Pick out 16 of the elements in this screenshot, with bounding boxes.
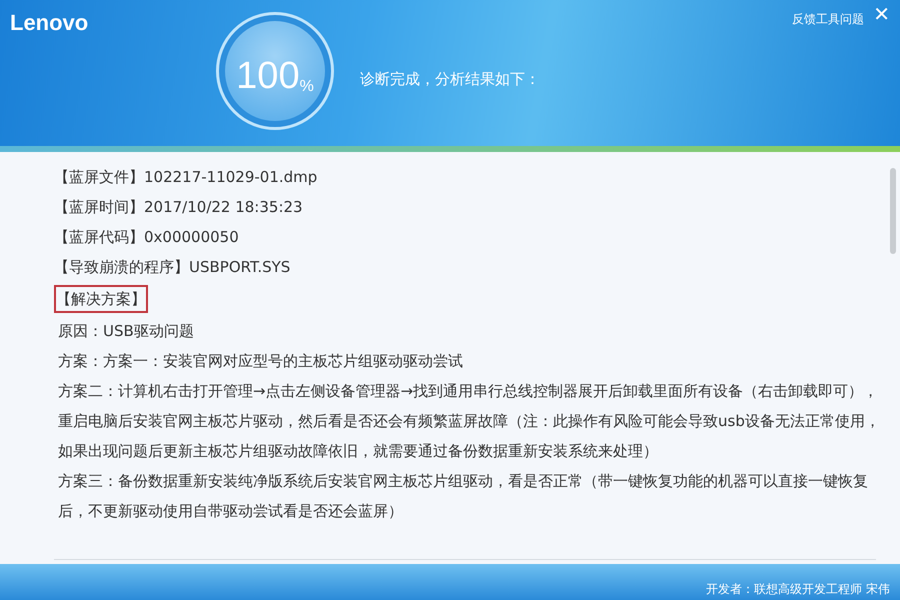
solution-paragraph: 方案：方案一：安装官网对应型号的主板芯片组驱动驱动尝试 (57, 351, 464, 372)
report-line: 【蓝屏时间】2017/10/22 18:35:23 (54, 197, 304, 218)
close-button[interactable]: ✕ (873, 4, 890, 24)
feedback-link[interactable]: 反馈工具问题 (792, 10, 864, 28)
solution-paragraph: 方案二：计算机右击打开管理→点击左侧设备管理器→找到通用串行总线控制器展开后卸载里面所有设备（右击卸载即可），重启电脑后安装官网主板芯片驱动，然后看是否还会有频繁蓝屏故障（注：此操作有风险可能会导致usb设备无法正常使用，如果出现问题后更新主板芯片组驱动故障依旧，就需要通过备份数据重新安装系统来处理） (57, 381, 880, 462)
report-line: 【蓝屏代码】0x00000050 (54, 227, 240, 248)
report-line: 【导致崩溃的程序】USBPORT.SYS (54, 257, 292, 278)
progress-unit: % (300, 79, 314, 95)
logo: Lenovo (10, 9, 88, 37)
solution-paragraph: 原因：USB驱动问题 (57, 321, 195, 342)
developer-credit: 开发者：联想高级开发工程师 宋伟 (706, 581, 890, 598)
progress-value: 100 (236, 57, 300, 95)
report-line: 【蓝屏文件】102217-11029-01.dmp (54, 167, 318, 188)
status-text: 诊断完成，分析结果如下： (360, 69, 540, 90)
solution-paragraph: 方案三：备份数据重新安装纯净版系统后安装官网主板芯片组驱动，看是否正常（带一键恢复功能的机器可以直接一键恢复后，不更新驱动使用自带驱动尝试看是否还会蓝屏） (57, 471, 869, 522)
solution-heading: 【解决方案】 (54, 285, 148, 313)
